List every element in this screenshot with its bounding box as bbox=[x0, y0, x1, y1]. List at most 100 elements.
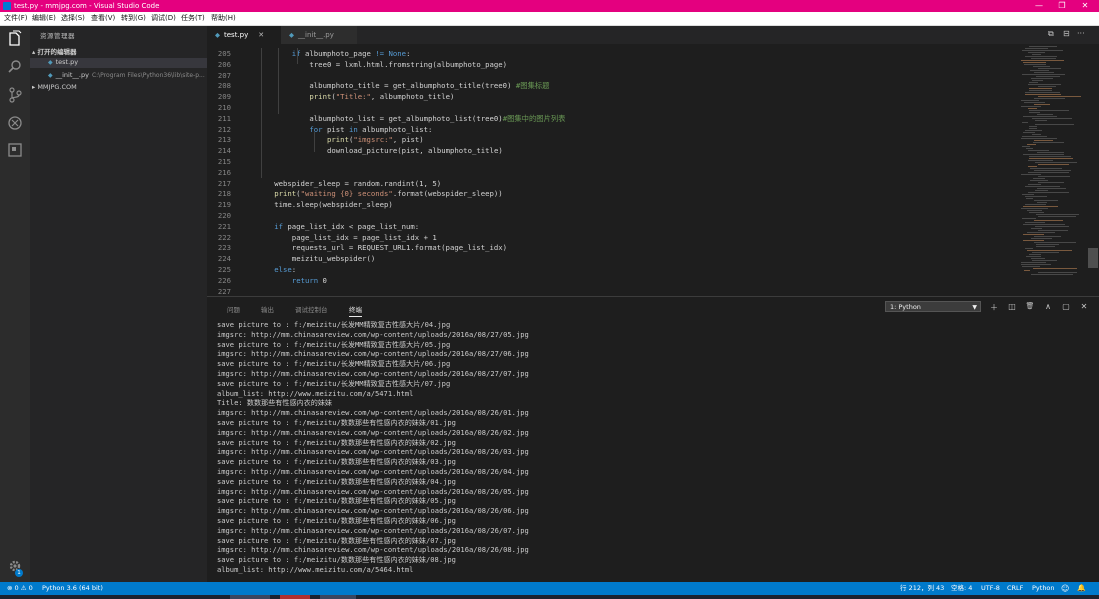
code-text: else: bbox=[274, 265, 297, 274]
tab-debug-console[interactable]: 调试控制台 bbox=[295, 304, 328, 314]
code-line[interactable]: 226 return 0 bbox=[207, 275, 1019, 286]
code-line[interactable]: 208 albumphoto_title = get_albumphoto_tit… bbox=[207, 80, 1019, 91]
menu-go[interactable]: 转到(G) bbox=[119, 12, 148, 25]
code-line[interactable]: 216 bbox=[207, 167, 1019, 178]
code-line[interactable]: 207 bbox=[207, 70, 1019, 81]
problems-status[interactable]: ⊗ 0 ⚠ 0 bbox=[7, 582, 33, 595]
open-editors-section[interactable]: ▴ 打开的编辑器 bbox=[32, 46, 77, 56]
kill-terminal-icon[interactable]: 🗑 bbox=[1025, 302, 1035, 310]
terminal-output[interactable]: save picture to : f:/meizitu/长发MM精致复古性感大… bbox=[217, 320, 1097, 580]
debug-icon[interactable] bbox=[6, 115, 24, 133]
terminal-line: imgsrc: http://mm.chinasareview.com/wp-c… bbox=[217, 349, 529, 359]
code-line[interactable]: 211 albumphoto_list = get_albumphoto_list… bbox=[207, 113, 1019, 124]
split-editor-icon[interactable]: ⊟ bbox=[1063, 29, 1070, 38]
taskbar-item[interactable] bbox=[230, 595, 270, 599]
open-file-test-py[interactable]: ◆ test.py bbox=[48, 58, 78, 66]
code-line[interactable]: 225 else: bbox=[207, 264, 1019, 275]
maximize-panel-icon[interactable]: ∧ bbox=[1043, 302, 1053, 311]
terminal-line: Title: 数数那些有性感内衣的妹妹 bbox=[217, 398, 333, 408]
minimap-line bbox=[1025, 222, 1045, 223]
feedback-icon[interactable]: ☺ bbox=[1061, 582, 1069, 595]
terminal-select[interactable]: 1: Python ▼ bbox=[885, 301, 981, 312]
restore-button[interactable]: ❐ bbox=[1051, 0, 1073, 12]
extensions-icon[interactable] bbox=[6, 143, 24, 161]
code-line[interactable]: 218 print("waiting {0} seconds".format(we… bbox=[207, 188, 1019, 199]
files-icon[interactable] bbox=[6, 30, 24, 48]
minimap-line bbox=[1032, 54, 1041, 55]
code-line[interactable]: 222 page_list_idx = page_list_idx + 1 bbox=[207, 232, 1019, 243]
minimap[interactable] bbox=[1019, 44, 1087, 296]
minimap-line bbox=[1037, 202, 1047, 203]
code-line[interactable]: 210 bbox=[207, 102, 1019, 113]
line-number: 214 bbox=[217, 146, 231, 156]
open-changes-icon[interactable]: ⧉ bbox=[1048, 29, 1054, 39]
code-line[interactable]: 227 bbox=[207, 286, 1019, 296]
tab-label: test.py bbox=[224, 31, 249, 39]
more-actions-icon[interactable]: ··· bbox=[1077, 29, 1085, 38]
line-number: 211 bbox=[217, 113, 231, 123]
minimap-line bbox=[1023, 62, 1046, 63]
tab-terminal[interactable]: 终端 bbox=[349, 304, 362, 317]
code-line[interactable]: 223 requests_url = REQUEST_URL1.format(pa… bbox=[207, 242, 1019, 253]
menu-file[interactable]: 文件(F) bbox=[2, 12, 30, 25]
tab-problems[interactable]: 问题 bbox=[227, 304, 240, 314]
minimap-line bbox=[1035, 124, 1074, 125]
code-line[interactable]: 224 meizitu_webspider() bbox=[207, 253, 1019, 264]
menu-debug[interactable]: 调试(D) bbox=[149, 12, 178, 25]
split-terminal-icon[interactable]: ◫ bbox=[1007, 302, 1017, 311]
tab-test-py[interactable]: ◆ test.py ✕ bbox=[207, 26, 281, 44]
editor-scrollbar-thumb[interactable] bbox=[1088, 248, 1098, 268]
code-line[interactable]: 212 for pist in albumphoto_list: bbox=[207, 124, 1019, 135]
code-line[interactable]: 213 print("imgsrc:", pist) bbox=[207, 134, 1019, 145]
python-interpreter-status[interactable]: Python 3.6 (64 bit) bbox=[42, 582, 103, 595]
code-line[interactable]: 221 if page_list_idx < page_list_num: bbox=[207, 221, 1019, 232]
terminal-line: imgsrc: http://mm.chinasareview.com/wp-c… bbox=[217, 408, 529, 418]
code-editor[interactable]: 205 if albumphoto_page != None: 206 tree0 =… bbox=[207, 44, 1019, 296]
workspace-folder[interactable]: ▸ MMJPG.COM bbox=[32, 83, 77, 91]
code-line[interactable]: 215 bbox=[207, 156, 1019, 167]
close-panel-icon[interactable]: ✕ bbox=[1079, 302, 1089, 311]
minimap-line bbox=[1033, 178, 1045, 179]
close-tab-icon[interactable]: ✕ bbox=[258, 31, 264, 39]
minimap-line bbox=[1028, 84, 1061, 85]
search-icon[interactable] bbox=[6, 59, 24, 77]
code-line[interactable]: 205 if albumphoto_page != None: bbox=[207, 48, 1019, 59]
open-file-name: __init__.py bbox=[55, 71, 89, 79]
code-line[interactable]: 214 download_picture(pist, albumphoto_tit… bbox=[207, 145, 1019, 156]
code-line[interactable]: 217 webspider_sleep = random.randint(1, 5… bbox=[207, 178, 1019, 189]
open-file-init-py[interactable]: ◆ __init__.py C:\Program Files\Python36\li… bbox=[48, 71, 205, 79]
menu-edit[interactable]: 编辑(E) bbox=[30, 12, 58, 25]
encoding-status[interactable]: UTF-8 bbox=[981, 582, 1000, 595]
minimize-button[interactable]: — bbox=[1028, 0, 1050, 12]
minimap-line bbox=[1025, 248, 1033, 249]
eol-status[interactable]: CRLF bbox=[1007, 582, 1023, 595]
taskbar-item[interactable] bbox=[320, 595, 356, 599]
menu-selection[interactable]: 选择(S) bbox=[59, 12, 87, 25]
code-line[interactable]: 220 bbox=[207, 210, 1019, 221]
menu-help[interactable]: 帮助(H) bbox=[209, 12, 238, 25]
code-line[interactable]: 219 time.sleep(webspider_sleep) bbox=[207, 199, 1019, 210]
minimap-line bbox=[1022, 218, 1036, 219]
tab-init-py[interactable]: ◆ __init__.py bbox=[281, 26, 357, 44]
code-line[interactable]: 209 print("Title:", albumphoto_title) bbox=[207, 91, 1019, 102]
new-terminal-icon[interactable]: ＋ bbox=[989, 302, 999, 313]
code-text: requests_url = REQUEST_URL1.format(page_… bbox=[291, 243, 508, 253]
code-text: webspider_sleep = random.randint(1, 5) bbox=[274, 178, 442, 188]
cursor-position-status[interactable]: 行 212，列 43 bbox=[900, 582, 944, 595]
bell-icon[interactable]: 🔔 bbox=[1077, 582, 1086, 595]
code-line[interactable]: 206 tree0 = lxml.html.fromstring(albumpho… bbox=[207, 59, 1019, 70]
source-control-icon[interactable] bbox=[6, 87, 24, 105]
menu-view[interactable]: 查看(V) bbox=[89, 12, 117, 25]
minimap-line bbox=[1038, 86, 1056, 87]
line-number: 209 bbox=[217, 92, 231, 102]
close-window-button[interactable]: ✕ bbox=[1074, 0, 1096, 12]
language-mode-status[interactable]: Python bbox=[1032, 582, 1055, 595]
indent-guide bbox=[297, 48, 298, 64]
taskbar-item[interactable] bbox=[280, 595, 310, 599]
indentation-status[interactable]: 空格: 4 bbox=[951, 582, 972, 595]
vscode-app-icon bbox=[3, 2, 11, 10]
tab-output[interactable]: 输出 bbox=[261, 304, 274, 314]
menu-tasks[interactable]: 任务(T) bbox=[179, 12, 207, 25]
toggle-panel-position-icon[interactable]: ▢ bbox=[1061, 302, 1071, 311]
minimap-line bbox=[1026, 148, 1033, 149]
